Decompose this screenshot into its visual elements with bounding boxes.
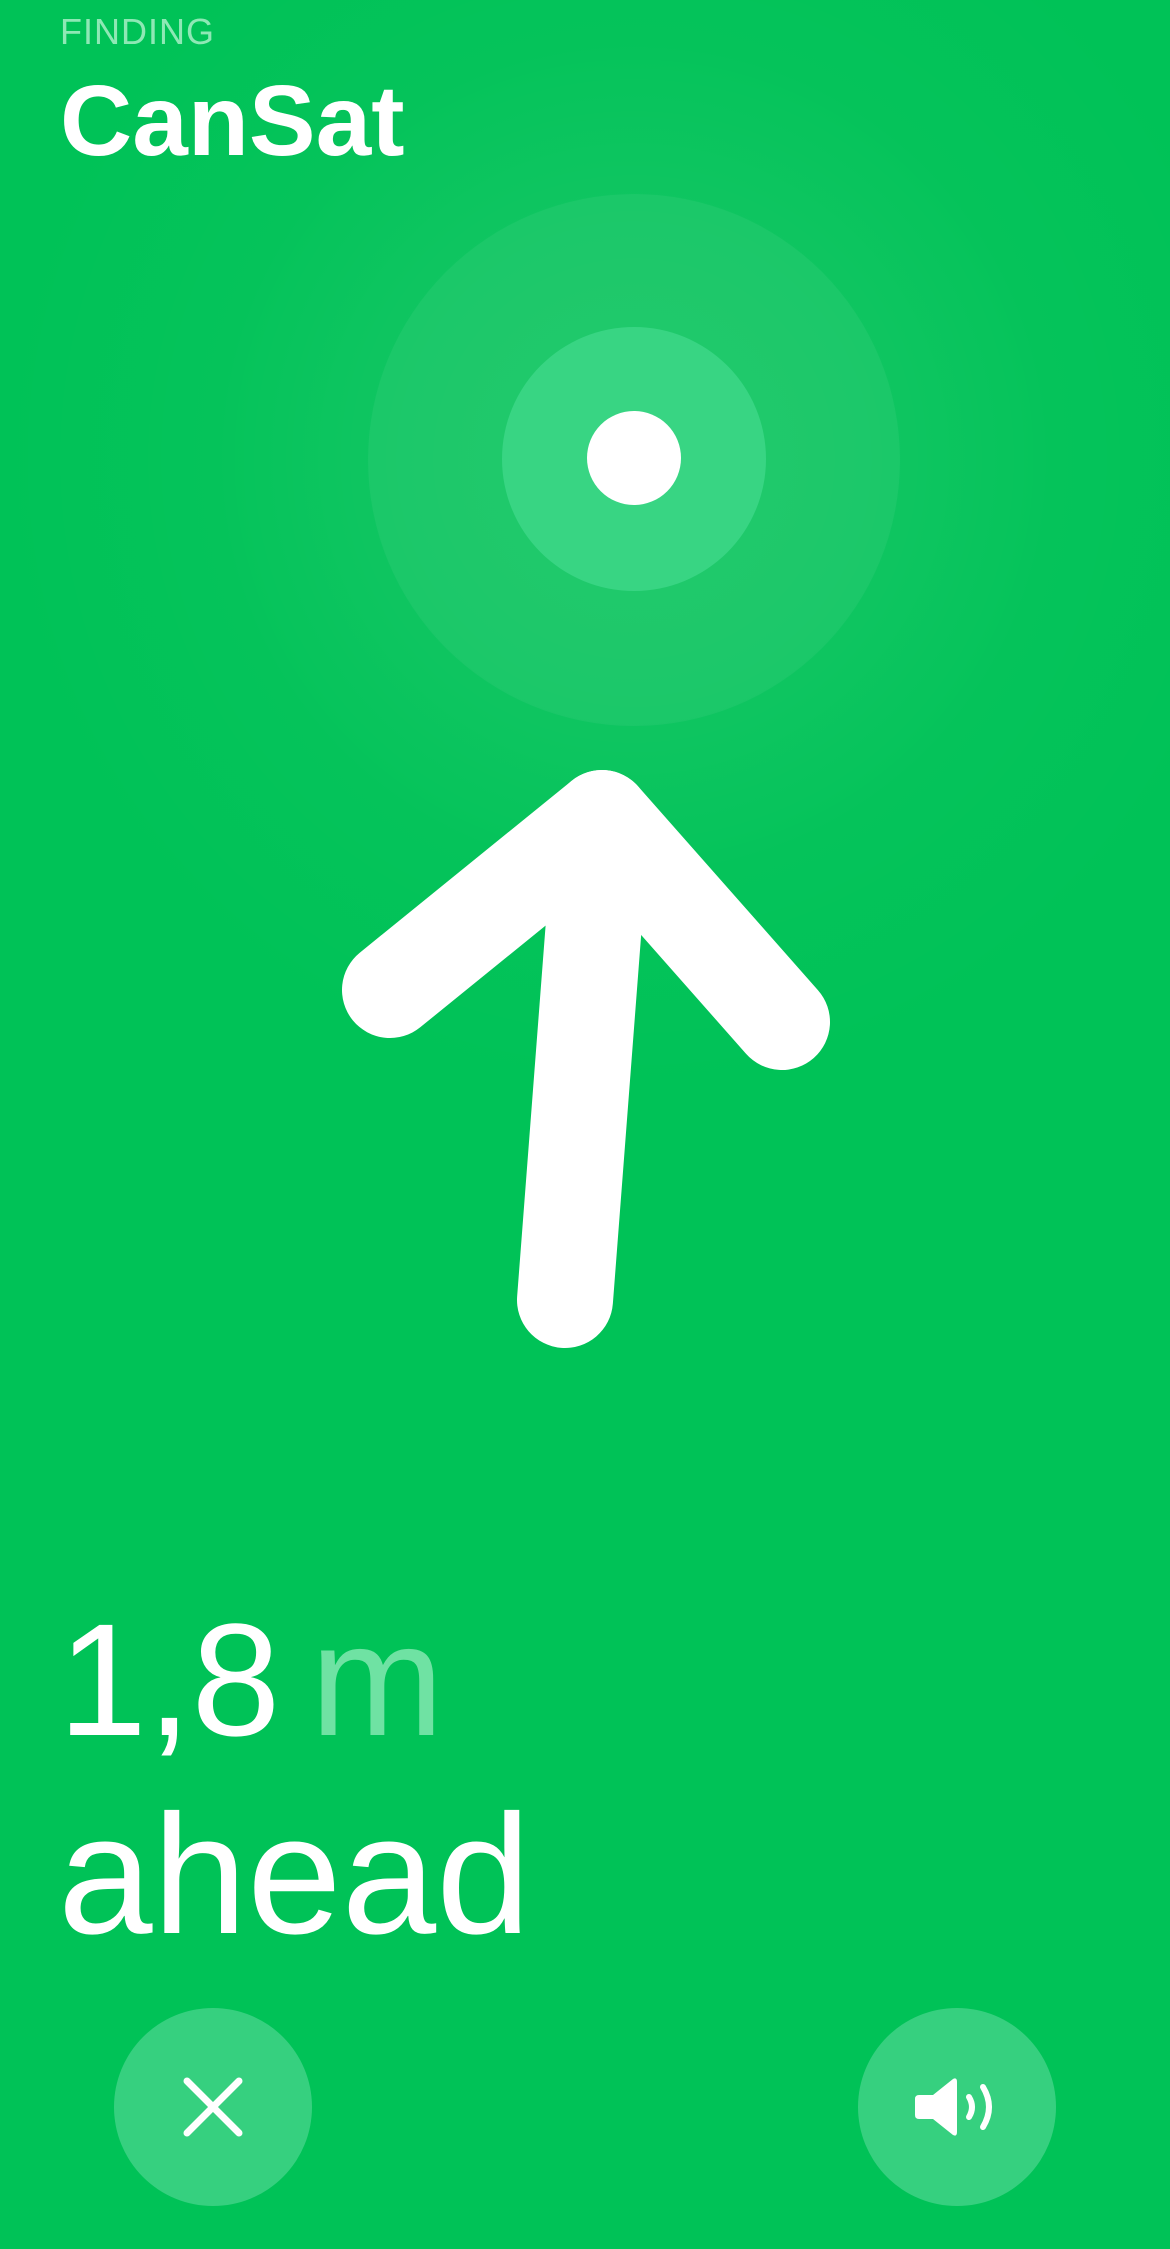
speaker-icon [915, 2078, 992, 2136]
direction-arrow-icon [342, 770, 830, 1348]
item-name-title: CanSat [60, 65, 405, 177]
target-dot [587, 411, 681, 505]
close-icon [183, 2077, 243, 2137]
close-button[interactable] [114, 2008, 312, 2206]
direction-text: ahead [58, 1780, 531, 1970]
distance-value: 1,8 [58, 1590, 281, 1769]
sound-button[interactable] [858, 2008, 1056, 2206]
distance-readout: 1,8 m [58, 1590, 444, 1770]
header: FINDING CanSat [60, 10, 405, 180]
finding-status-label: FINDING [60, 11, 215, 52]
distance-unit: m [310, 1590, 444, 1769]
